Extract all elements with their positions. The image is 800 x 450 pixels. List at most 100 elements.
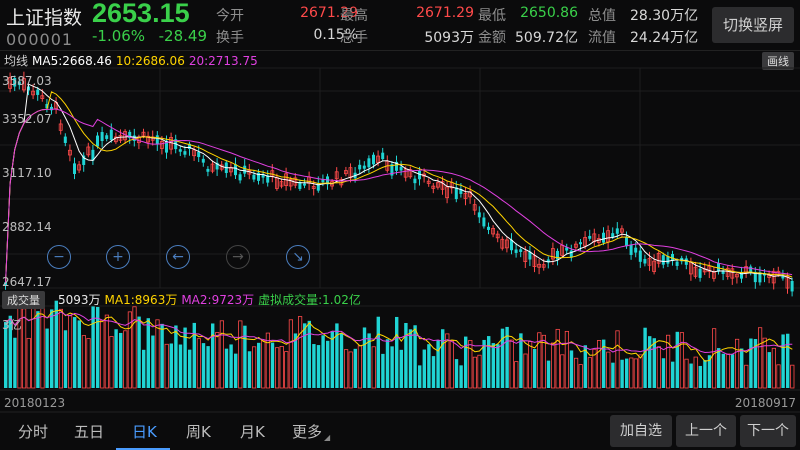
minus-icon[interactable]: −	[47, 245, 71, 269]
volume-tag[interactable]: 成交量	[2, 291, 45, 309]
previous-stock-button[interactable]: 上一个	[676, 415, 736, 447]
volume-bar-down	[436, 340, 440, 388]
volume-bar-down	[326, 340, 330, 388]
volume-bar-down	[178, 344, 183, 388]
volume-bar-down	[45, 328, 49, 388]
volume-bar-down	[487, 336, 491, 388]
tab-intraday[interactable]: 分时	[18, 421, 48, 442]
tab-more[interactable]: 更多 ◢	[292, 421, 330, 442]
volume-bar-up	[472, 356, 478, 389]
volume-bar-up	[251, 346, 257, 389]
arrow-right-icon[interactable]: →	[226, 245, 250, 269]
volume-bar-down	[229, 344, 233, 388]
arrow-left-icon[interactable]: ←	[166, 245, 190, 269]
tab-weekly-k[interactable]: 周K	[186, 421, 211, 442]
candle-down	[155, 135, 159, 145]
tab-daily-k[interactable]: 日K	[132, 421, 157, 442]
candle-down	[615, 228, 619, 234]
dropdown-corner-icon: ◢	[324, 433, 331, 442]
volume-bars	[4, 300, 795, 389]
candle-down	[482, 217, 486, 227]
volume-bar-up	[633, 358, 639, 389]
volume-bar-up	[509, 339, 514, 389]
volume-bar-down	[119, 332, 123, 388]
next-stock-button[interactable]: 下一个	[740, 415, 796, 447]
tab-five-day[interactable]: 五日	[74, 421, 104, 442]
volume-bar-up	[155, 319, 160, 389]
candle-down	[418, 170, 421, 180]
add-watchlist-button[interactable]: 加自选	[610, 415, 672, 447]
volume-bar-down	[211, 323, 215, 388]
volume-bar-up	[477, 354, 482, 389]
volume-bar-down	[625, 358, 629, 388]
volume-bar-up	[31, 307, 36, 389]
volume-bar-down	[661, 358, 666, 388]
candle-down	[100, 132, 104, 142]
volume-bar-up	[555, 328, 560, 389]
volume-bar-up	[104, 314, 109, 389]
candle-down	[629, 244, 633, 255]
volume-bar-down	[330, 331, 334, 388]
volume-bar-down	[546, 360, 551, 388]
volume-bar-up	[357, 345, 363, 389]
volume-bar-up	[564, 330, 570, 389]
volume-bar-down	[767, 352, 771, 388]
volume-bar-down	[652, 338, 656, 388]
candle-down	[556, 250, 559, 260]
volume-bar-down	[293, 333, 298, 388]
volume-bar-up	[712, 328, 717, 389]
tab-more-label: 更多	[292, 423, 323, 441]
candle-down	[399, 166, 403, 171]
volume-bar-up	[606, 351, 611, 389]
volume-bar-up	[578, 364, 583, 389]
volume-bar-up	[343, 349, 349, 389]
candle-down	[519, 249, 523, 252]
candle-down	[178, 149, 182, 152]
volume-bar-down	[422, 349, 426, 388]
plus-icon[interactable]: +	[106, 245, 130, 269]
volume-bar-up	[514, 361, 519, 389]
volume-bar-up	[215, 332, 220, 389]
volume-bar-down	[137, 316, 141, 388]
volume-bar-down	[206, 346, 210, 388]
volume-bar-up	[371, 346, 376, 389]
volume-bar-up	[26, 337, 31, 389]
candle-down	[96, 135, 99, 147]
collapse-icon[interactable]: ↘	[286, 245, 310, 269]
kline-chart[interactable]	[0, 0, 800, 450]
volume-bar-down	[63, 330, 68, 388]
candle-down	[579, 242, 582, 245]
volume-bar-up	[744, 364, 749, 389]
volume-bar-up	[523, 353, 528, 389]
volume-ma1: MA1:8963万	[104, 293, 178, 307]
volume-bar-down	[339, 333, 344, 388]
tab-monthly-k[interactable]: 月K	[240, 421, 265, 442]
volume-bar-down	[312, 344, 316, 388]
volume-bar-up	[735, 338, 740, 389]
volume-bar-down	[376, 316, 380, 388]
volume-bar-down	[151, 335, 155, 388]
candle-down	[721, 271, 725, 274]
volume-bar-up	[86, 338, 91, 389]
candle-down	[362, 165, 366, 169]
volume-bar-down	[390, 346, 394, 388]
volume-bar-down	[142, 349, 146, 388]
volume-bar-down	[689, 363, 693, 388]
price-axis-label: 3117.10	[2, 166, 52, 180]
volume-bar-up	[68, 315, 73, 389]
candle-down	[477, 212, 481, 218]
candle-down	[675, 261, 679, 266]
volume-bar-down	[730, 354, 735, 388]
volume-bar-down	[362, 327, 367, 388]
volume-ma2: MA2:9723万	[181, 293, 255, 307]
volume-bar-up	[629, 357, 634, 389]
candle-down	[611, 233, 615, 238]
volume-bar-down	[36, 311, 40, 388]
volume-bar-up	[109, 336, 114, 389]
candle-down	[201, 158, 205, 163]
volume-bar-down	[201, 343, 206, 388]
volume-bar-down	[620, 359, 624, 388]
volume-bar-up	[219, 320, 224, 389]
volume-bar-down	[698, 365, 702, 388]
candle-down	[238, 174, 242, 181]
